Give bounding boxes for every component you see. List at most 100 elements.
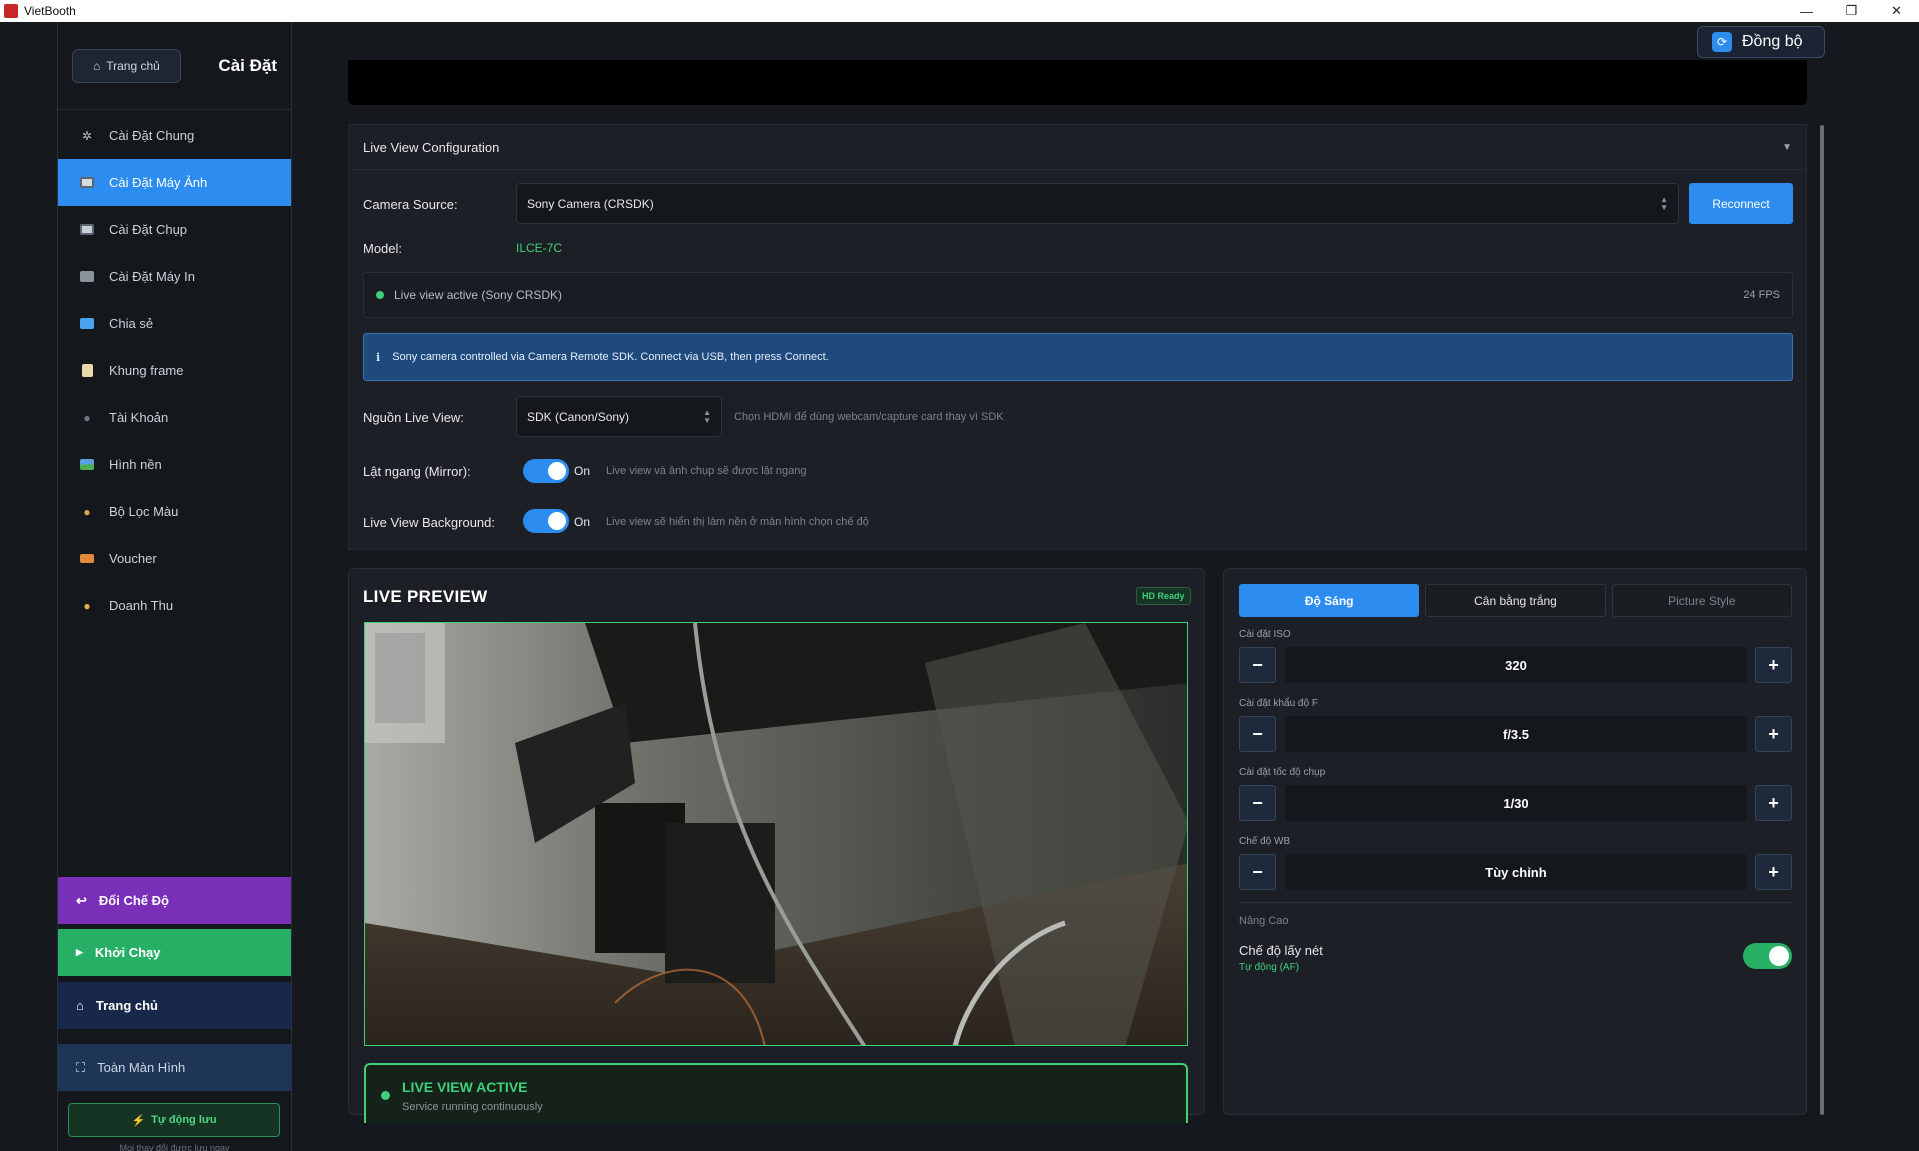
- camera-icon: [79, 175, 95, 191]
- scrollbar[interactable]: [1820, 125, 1824, 1115]
- sidebar-item-general[interactable]: ✲ Cài Đặt Chung: [58, 112, 291, 159]
- updown-arrows-icon: ▲ ▼: [1660, 194, 1668, 212]
- live-view-status-card: LIVE VIEW ACTIVE Service running continu…: [364, 1063, 1188, 1123]
- sidebar-title: Cài Đặt: [218, 55, 277, 75]
- chevron-down-icon[interactable]: ▼: [1782, 142, 1792, 153]
- sidebar-item-voucher[interactable]: Voucher: [58, 535, 291, 582]
- sidebar-item-share[interactable]: Chia sẻ: [58, 300, 291, 347]
- moneybag-icon: ●: [83, 598, 91, 613]
- live-status-subtitle: Service running continuously: [402, 1101, 543, 1113]
- fullscreen-button[interactable]: ⛶ Toàn Màn Hình: [58, 1044, 291, 1091]
- minimize-button[interactable]: —: [1784, 0, 1829, 22]
- sidebar-item-printer[interactable]: Cài Đặt Máy In: [58, 253, 291, 300]
- home-icon: ⌂: [93, 58, 101, 73]
- tab-picture-style[interactable]: Picture Style: [1611, 584, 1792, 617]
- mirror-state: On: [574, 464, 591, 478]
- home-pill-button[interactable]: ⌂ Trang chủ: [72, 48, 181, 83]
- tab-white-balance[interactable]: Cân bằng trắng: [1425, 584, 1606, 617]
- aperture-label: Cài đặt khẩu độ F: [1239, 698, 1318, 709]
- window-title: VietBooth: [24, 4, 76, 18]
- live-source-value: SDK (Canon/Sony): [527, 409, 630, 424]
- user-icon: ●: [83, 410, 91, 425]
- live-status-row: Live view active (Sony CRSDK) 24 FPS: [363, 272, 1793, 318]
- wb-label: Chế độ WB: [1239, 836, 1291, 847]
- maximize-button[interactable]: ❐: [1829, 0, 1874, 22]
- sidebar-item-camera[interactable]: Cài Đặt Máy Ảnh: [58, 159, 291, 206]
- tab-brightness[interactable]: Độ Sáng: [1239, 584, 1420, 617]
- iso-increase-button[interactable]: +: [1755, 647, 1792, 683]
- hd-badge: HD Ready: [1136, 587, 1191, 605]
- share-icon: [79, 316, 95, 332]
- wb-increase-button[interactable]: +: [1755, 854, 1792, 890]
- shutter-label: Cài đặt tốc độ chụp: [1239, 767, 1326, 778]
- sidebar-item-capture[interactable]: Cài Đặt Chụp: [58, 206, 291, 253]
- switch-arrow-icon: ↩: [76, 892, 87, 908]
- live-source-hint: Chọn HDMI để dùng webcam/capture card th…: [734, 411, 1004, 423]
- sidebar-item-label: Bộ Lọc Màu: [109, 504, 179, 519]
- sidebar-item-label: Cài Đặt Máy Ảnh: [109, 175, 208, 190]
- aperture-increase-button[interactable]: +: [1755, 716, 1792, 752]
- app-logo-icon: [4, 4, 18, 18]
- controls-tabs: Độ Sáng Cân bằng trắng Picture Style: [1239, 584, 1792, 617]
- sidebar-item-label: Voucher: [109, 551, 157, 566]
- aperture-decrease-button[interactable]: −: [1239, 716, 1276, 752]
- live-status-title: LIVE VIEW ACTIVE: [402, 1079, 528, 1095]
- sidebar-header: ⌂ Trang chủ Cài Đặt: [58, 22, 291, 110]
- sync-label: Đồng bộ: [1742, 33, 1803, 50]
- background-label: Live View Background:: [363, 515, 496, 530]
- autosave-button[interactable]: ⚡ Tự động lưu: [68, 1103, 280, 1137]
- reconnect-button[interactable]: Reconnect: [1689, 183, 1793, 224]
- top-black-panel: [348, 60, 1807, 105]
- camera-source-label: Camera Source:: [363, 197, 458, 212]
- background-toggle[interactable]: [523, 509, 569, 533]
- sidebar-item-revenue[interactable]: ● Doanh Thu: [58, 582, 291, 629]
- camera-source-select[interactable]: Sony Camera (CRSDK) ▲ ▼: [516, 183, 1679, 224]
- info-text: Sony camera controlled via Camera Remote…: [392, 351, 829, 363]
- advanced-label: Nâng Cao: [1239, 915, 1289, 927]
- shutter-increase-button[interactable]: +: [1755, 785, 1792, 821]
- ticket-icon: [79, 551, 95, 567]
- live-source-label: Nguồn Live View:: [363, 410, 464, 425]
- shutter-value: 1/30: [1285, 785, 1747, 821]
- live-video-feed[interactable]: [364, 622, 1188, 1046]
- fullscreen-label: Toàn Màn Hình: [97, 1060, 186, 1075]
- image-icon: [79, 457, 95, 473]
- background-hint: Live view sẽ hiển thị làm nền ở màn hình…: [606, 516, 869, 528]
- mirror-toggle[interactable]: [523, 459, 569, 483]
- info-banner: i Sony camera controlled via Camera Remo…: [363, 333, 1793, 381]
- sidebar-item-filter[interactable]: ● Bộ Lọc Màu: [58, 488, 291, 535]
- preview-title: LIVE PREVIEW: [363, 587, 488, 606]
- sidebar-item-label: Tài Khoản: [109, 410, 169, 425]
- sidebar-item-frame[interactable]: Khung frame: [58, 347, 291, 394]
- shutter-decrease-button[interactable]: −: [1239, 785, 1276, 821]
- switch-mode-button[interactable]: ↩ Đổi Chế Độ: [58, 877, 291, 924]
- home-label: Trang chủ: [95, 998, 158, 1013]
- iso-label: Cài đặt ISO: [1239, 629, 1291, 640]
- close-button[interactable]: ✕: [1874, 0, 1919, 22]
- home-icon: ⌂: [76, 998, 84, 1013]
- sidebar-item-background[interactable]: Hình nền: [58, 441, 291, 488]
- autofocus-toggle[interactable]: [1743, 943, 1792, 969]
- live-view-config-panel: Live View Configuration ▼ Camera Source:…: [348, 124, 1807, 550]
- model-value: ILCE-7C: [516, 241, 563, 255]
- launch-button[interactable]: ▶ Khởi Chạy: [58, 929, 291, 976]
- info-icon: i: [376, 350, 381, 364]
- play-icon: ▶: [76, 947, 83, 957]
- live-source-select[interactable]: SDK (Canon/Sony) ▲ ▼: [516, 396, 722, 437]
- sidebar-item-account[interactable]: ● Tài Khoản: [58, 394, 291, 441]
- frame-icon: [79, 363, 95, 379]
- model-label: Model:: [363, 241, 403, 256]
- home-button[interactable]: ⌂ Trang chủ: [58, 982, 291, 1029]
- lightning-icon: ⚡: [131, 1114, 146, 1127]
- live-preview-panel: LIVE PREVIEW HD Ready LIVE VIEW ACTIVE S…: [348, 568, 1205, 1123]
- mirror-hint: Live view và ảnh chụp sẽ được lật ngang: [606, 465, 807, 477]
- iso-decrease-button[interactable]: −: [1239, 647, 1276, 683]
- fps-readout: 24 FPS: [1743, 289, 1780, 301]
- mirror-label: Lật ngang (Mirror):: [363, 464, 471, 479]
- capture-icon: [79, 222, 95, 238]
- printer-icon: [79, 269, 95, 285]
- camera-feed-image: [365, 623, 1187, 1045]
- config-header[interactable]: Live View Configuration ▼: [349, 125, 1806, 170]
- wb-decrease-button[interactable]: −: [1239, 854, 1276, 890]
- sync-button[interactable]: ⟳ Đồng bộ: [1697, 26, 1825, 58]
